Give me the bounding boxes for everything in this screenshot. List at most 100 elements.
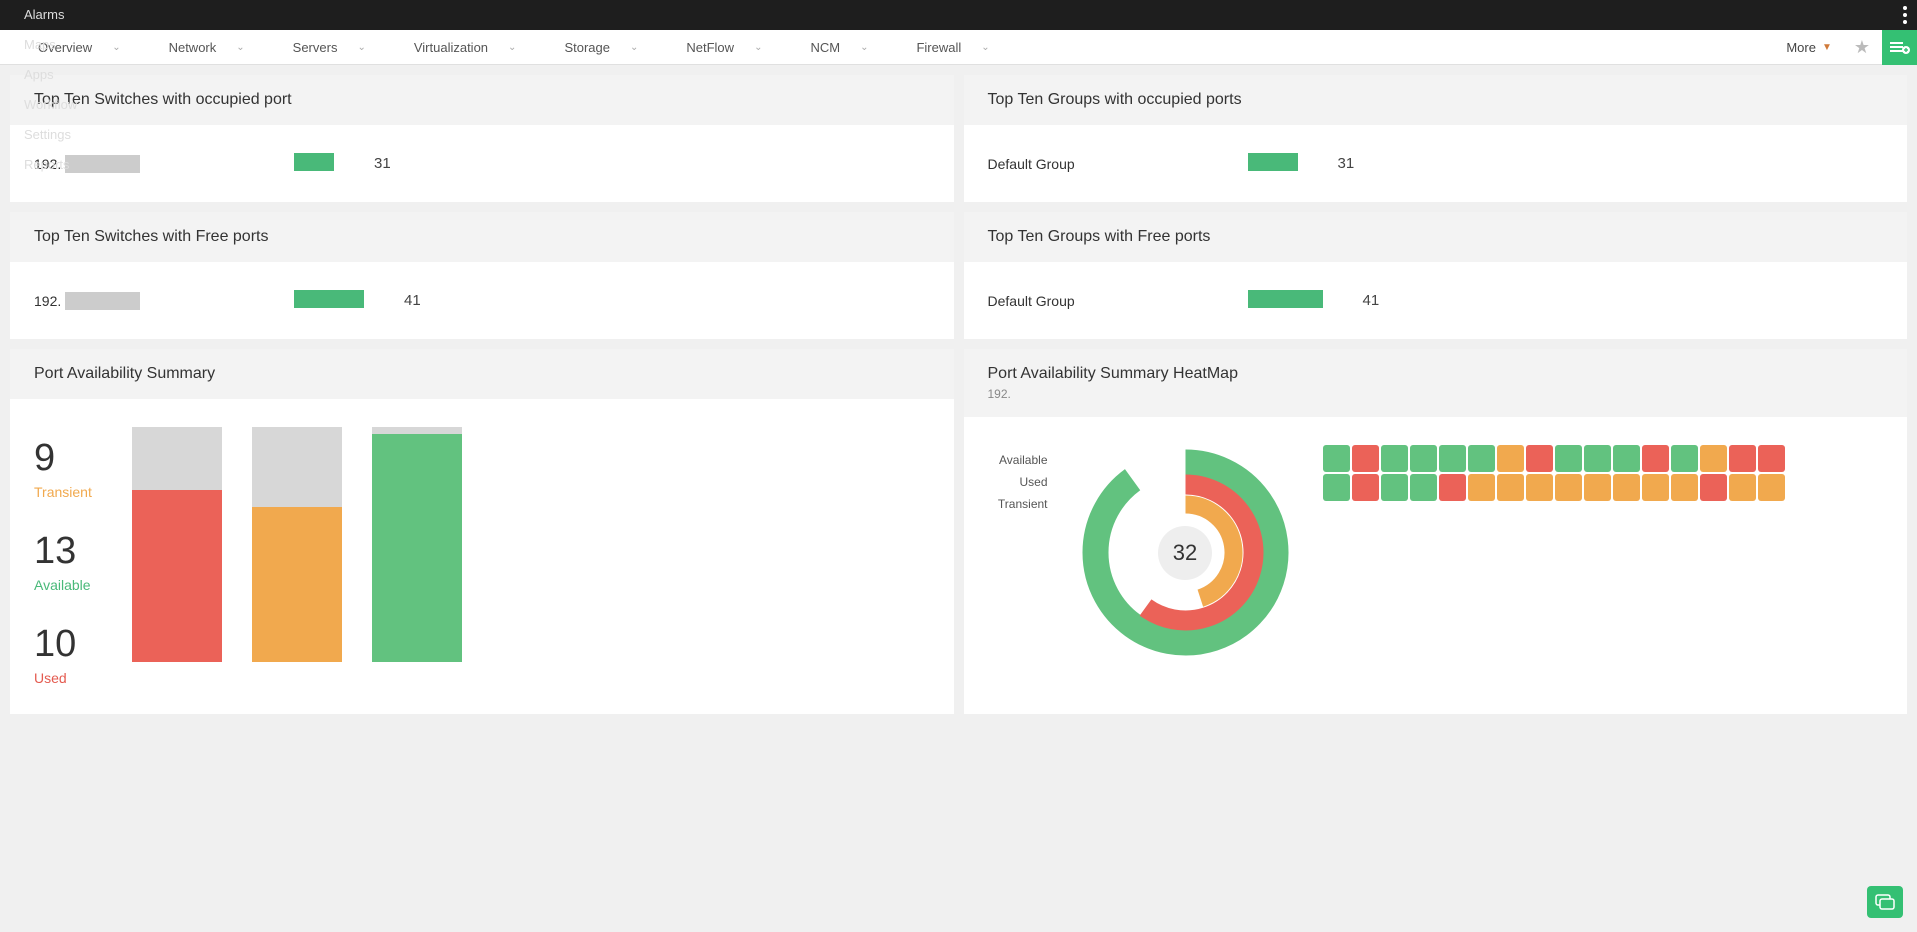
heatmap-cell[interactable] [1439, 474, 1466, 501]
radial-gauge[interactable]: 32 [1078, 445, 1293, 660]
heatmap-cell[interactable] [1584, 474, 1611, 501]
legend-used: Used [1019, 475, 1047, 489]
bar-fill [1248, 153, 1298, 171]
panel-title: Top Ten Switches with occupied port [10, 75, 954, 125]
heatmap-cell[interactable] [1410, 445, 1437, 472]
metric-available[interactable]: 13 Available [34, 530, 92, 593]
subnav-item-ncm[interactable]: NCM⌄ [792, 40, 898, 55]
heatmap-cell[interactable] [1526, 474, 1553, 501]
heatmap-cell[interactable] [1323, 445, 1350, 472]
bar-fill [252, 507, 342, 662]
dashboard-grid: Top Ten Switches with occupied port 192.… [0, 65, 1917, 734]
subnav-item-servers[interactable]: Servers ⌄ [275, 40, 396, 55]
subnav-item-network[interactable]: Network⌄ [151, 40, 275, 55]
bar-fill [372, 434, 462, 662]
heatmap-cell[interactable] [1555, 474, 1582, 501]
panel-title: Port Availability Summary HeatMap [988, 365, 1884, 383]
heatmap-cell[interactable] [1381, 445, 1408, 472]
subnav-more[interactable]: More ▼ [1786, 40, 1832, 55]
chevron-down-icon: ⌄ [357, 42, 365, 53]
subnav-item-netflow[interactable]: NetFlow ⌄ [668, 40, 792, 55]
topnav-item-alarms[interactable]: Alarms [0, 0, 122, 30]
heatmap-cell[interactable] [1381, 474, 1408, 501]
metric-label: Used [34, 670, 92, 686]
redacted-ip [1013, 387, 1078, 401]
heatmap-cell[interactable] [1700, 445, 1727, 472]
legend-available: Available [999, 453, 1047, 467]
panel-occupied-groups: Top Ten Groups with occupied ports Defau… [964, 75, 1908, 202]
sub-nav: Overview⌄Network⌄Servers⌄Virtualization⌄… [0, 30, 1917, 65]
chevron-down-icon: ⌄ [236, 42, 244, 53]
heatmap-cell[interactable] [1352, 474, 1379, 501]
subnav-item-firewall[interactable]: Firewall⌄ [898, 40, 1019, 55]
heatmap-cell[interactable] [1729, 474, 1756, 501]
row-label: Default Group [988, 293, 1075, 309]
metric-value: 13 [34, 530, 92, 573]
kebab-menu-icon[interactable] [1903, 0, 1907, 30]
bar-column[interactable] [132, 427, 222, 662]
bar-row[interactable]: 192. 31 [34, 153, 930, 174]
favorite-star-icon[interactable]: ★ [1842, 37, 1882, 58]
bar-row[interactable]: Default Group 41 [988, 290, 1884, 311]
metric-transient[interactable]: 9 Transient [34, 437, 92, 500]
topnav-item-workflow[interactable]: Workflow [0, 90, 122, 120]
metric-label: Available [34, 577, 92, 593]
heatmap-cell[interactable] [1642, 474, 1669, 501]
bar-column[interactable] [372, 427, 462, 662]
heatmap-cell[interactable] [1468, 474, 1495, 501]
heatmap-cell[interactable] [1352, 445, 1379, 472]
legend-transient: Transient [998, 497, 1048, 511]
subnav-item-storage[interactable]: Storage⌄ [546, 40, 668, 55]
chevron-down-icon: ⌄ [754, 42, 762, 53]
heatmap-cell[interactable] [1729, 445, 1756, 472]
heatmap-cell[interactable] [1497, 474, 1524, 501]
heatmap-cell[interactable] [1555, 445, 1582, 472]
heatmap-cell[interactable] [1439, 445, 1466, 472]
heatmap-cell[interactable] [1323, 474, 1350, 501]
heatmap-cell[interactable] [1526, 445, 1553, 472]
add-widget-button[interactable] [1882, 30, 1917, 65]
subnav-item-label: Storage [564, 40, 610, 55]
topnav-item-settings[interactable]: Settings [0, 120, 122, 150]
heatmap-cell[interactable] [1613, 445, 1640, 472]
bar-row[interactable]: Default Group 31 [988, 153, 1884, 174]
bar-fill [132, 490, 222, 662]
metric-value: 9 [34, 437, 92, 480]
topnav-item-maps[interactable]: Maps [0, 30, 122, 60]
bar-fill [294, 153, 334, 171]
chevron-down-icon: ⌄ [508, 42, 516, 53]
subnav-item-label: Servers [293, 40, 338, 55]
heatmap-cell[interactable] [1410, 474, 1437, 501]
heatmap-grid [1323, 445, 1785, 501]
panel-subtitle-prefix: 192. [988, 387, 1011, 401]
panel-title: Top Ten Switches with Free ports [10, 212, 954, 262]
subnav-item-label: Virtualization [414, 40, 488, 55]
heatmap-cell[interactable] [1671, 474, 1698, 501]
heatmap-cell[interactable] [1497, 445, 1524, 472]
heatmap-cell[interactable] [1642, 445, 1669, 472]
heatmap-cell[interactable] [1613, 474, 1640, 501]
topnav-item-reports[interactable]: Reports [0, 150, 122, 180]
subnav-more-label: More [1786, 40, 1816, 55]
heatmap-cell[interactable] [1671, 445, 1698, 472]
subnav-item-label: NetFlow [686, 40, 734, 55]
panel-occupied-switches: Top Ten Switches with occupied port 192.… [10, 75, 954, 202]
bar-row[interactable]: 192. 41 [34, 290, 930, 311]
topnav-item-apps[interactable]: Apps [0, 60, 122, 90]
bar-fill [294, 290, 364, 308]
metric-used[interactable]: 10Used [34, 623, 92, 686]
metric-label: Transient [34, 484, 92, 500]
subnav-item-label: NCM [810, 40, 840, 55]
chat-float-button[interactable] [1867, 886, 1903, 918]
panel-free-groups: Top Ten Groups with Free ports Default G… [964, 212, 1908, 339]
heatmap-cell[interactable] [1758, 474, 1785, 501]
heatmap-cell[interactable] [1758, 445, 1785, 472]
heatmap-cell[interactable] [1584, 445, 1611, 472]
bar-column[interactable] [252, 427, 342, 662]
subnav-item-virtualization[interactable]: Virtualization ⌄ [396, 40, 547, 55]
panel-free-switches: Top Ten Switches with Free ports 192. 41 [10, 212, 954, 339]
heatmap-cell[interactable] [1700, 474, 1727, 501]
subnav-item-label: Firewall [916, 40, 961, 55]
heatmap-cell[interactable] [1468, 445, 1495, 472]
panel-title: Port Availability Summary [10, 349, 954, 399]
